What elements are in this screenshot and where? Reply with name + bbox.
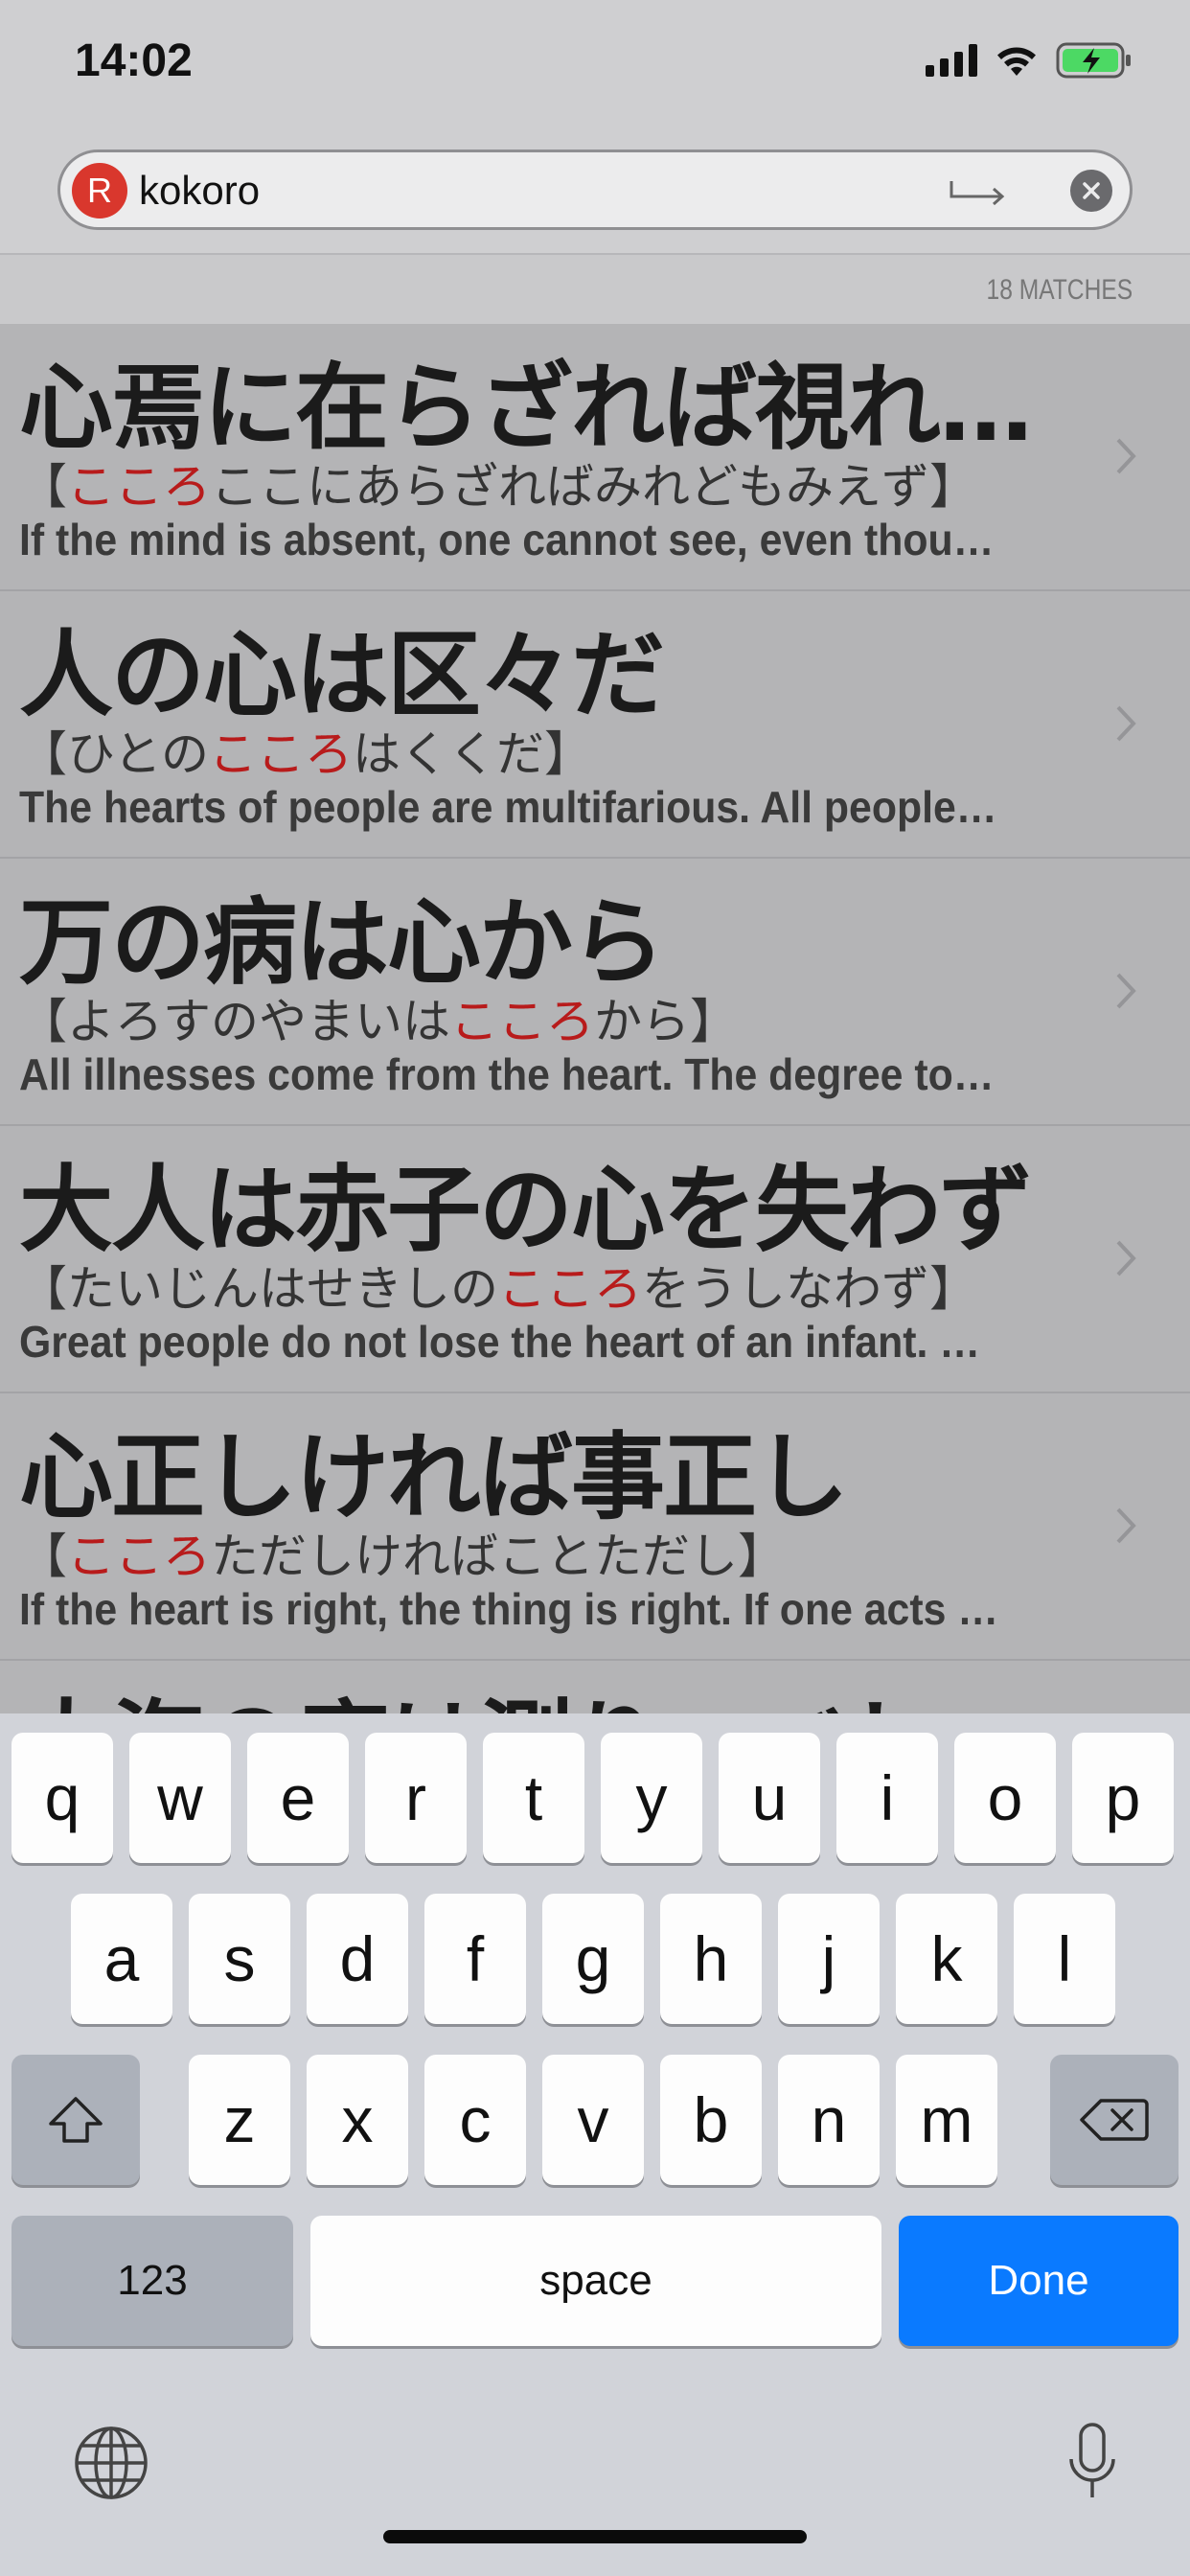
key-n[interactable]: n — [778, 2055, 880, 2185]
key-k[interactable]: k — [896, 1894, 997, 2024]
matches-bar: 18 MATCHES — [0, 255, 1190, 324]
proverb-title: 人の心は区々だ — [19, 621, 665, 730]
chevron-right-icon — [1116, 438, 1136, 474]
proverb-reading: 【よろすのやまいはこころから】 — [19, 994, 738, 1049]
key-e[interactable]: e — [247, 1733, 349, 1863]
result-row[interactable]: 万の病は心から 【よろすのやまいはこころから】 All illnesses co… — [0, 859, 1190, 1126]
proverb-translation: The hearts of people are multifarious. A… — [19, 782, 999, 832]
key-d[interactable]: d — [307, 1894, 408, 2024]
result-row[interactable]: 人の心は区々だ 【ひとのこころはくくだ】 The hearts of peopl… — [0, 591, 1190, 859]
key-u[interactable]: u — [719, 1733, 820, 1863]
matches-count: 18 MATCHES — [986, 274, 1133, 306]
key-m[interactable]: m — [896, 2055, 997, 2185]
delete-icon — [1080, 2099, 1149, 2141]
space-key[interactable]: space — [310, 2216, 881, 2346]
proverb-reading: 【たいじんはせきしのこころをうしなわず】 — [19, 1261, 977, 1317]
key-o[interactable]: o — [954, 1733, 1056, 1863]
key-h[interactable]: h — [660, 1894, 762, 2024]
key-j[interactable]: j — [778, 1894, 880, 2024]
result-row[interactable]: 心正しければ事正し 【こころただしければことただし】 If the heart … — [0, 1393, 1190, 1661]
proverb-translation: Great people do not lose the heart of an… — [19, 1317, 999, 1367]
search-field[interactable]: R — [57, 150, 1133, 230]
proverb-title: 心正しければ事正し — [19, 1423, 849, 1532]
close-icon — [1083, 182, 1100, 199]
chevron-right-icon — [1116, 705, 1136, 742]
microphone-icon[interactable] — [1065, 2421, 1119, 2503]
key-c[interactable]: c — [424, 2055, 526, 2185]
key-y[interactable]: y — [601, 1733, 702, 1863]
search-bar-area: R — [0, 134, 1190, 255]
key-g[interactable]: g — [542, 1894, 644, 2024]
keyboard: q w e r t y u i o p a s d f g h j k l z … — [0, 1714, 1190, 2576]
chevron-right-icon — [1116, 973, 1136, 1009]
wifi-icon — [997, 47, 1036, 76]
status-bar: 14:02 — [0, 0, 1190, 134]
key-l[interactable]: l — [1014, 1894, 1115, 2024]
romaji-mode-badge[interactable]: R — [72, 163, 127, 218]
result-row[interactable]: 大人は赤子の心を失わず 【たいじんはせきしのこころをうしなわず】 Great p… — [0, 1126, 1190, 1393]
key-p[interactable]: p — [1072, 1733, 1174, 1863]
globe-icon[interactable] — [73, 2425, 149, 2501]
delete-key[interactable] — [1050, 2055, 1179, 2185]
proverb-title: 心焉に在らざれば視れ… — [19, 354, 1033, 463]
chevron-right-icon — [1116, 1507, 1136, 1544]
result-row[interactable]: 心焉に在らざれば視れ… 【こころここにあらざればみれどもみえず】 If the … — [0, 324, 1190, 591]
search-input[interactable] — [139, 162, 963, 219]
clear-search-button[interactable] — [1070, 170, 1112, 212]
proverb-reading: 【こころただしければことただし】 — [19, 1529, 786, 1584]
shift-key[interactable] — [11, 2055, 140, 2185]
key-f[interactable]: f — [424, 1894, 526, 2024]
key-w[interactable]: w — [129, 1733, 231, 1863]
key-q[interactable]: q — [11, 1733, 113, 1863]
result-row[interactable]: 大海の底は測りつべし — [0, 1661, 1190, 1714]
proverb-title: 大人は赤子の心を失わず — [19, 1156, 1033, 1265]
key-v[interactable]: v — [542, 2055, 644, 2185]
proverb-reading: 【こころここにあらざればみれどもみえず】 — [19, 459, 977, 515]
proverb-translation: If the mind is absent, one cannot see, e… — [19, 515, 999, 564]
status-time: 14:02 — [75, 35, 193, 86]
done-key[interactable]: Done — [899, 2216, 1179, 2346]
status-icons — [926, 42, 1133, 79]
chevron-right-icon — [1116, 1240, 1136, 1276]
key-z[interactable]: z — [189, 2055, 290, 2185]
key-s[interactable]: s — [189, 1894, 290, 2024]
home-indicator[interactable] — [383, 2530, 807, 2543]
proverb-translation: All illnesses come from the heart. The d… — [19, 1049, 999, 1099]
key-r[interactable]: r — [365, 1733, 467, 1863]
results-list[interactable]: 心焉に在らざれば視れ… 【こころここにあらざればみれどもみえず】 If the … — [0, 324, 1190, 1714]
proverb-title: 大海の底は測りつべし — [19, 1668, 1083, 1714]
key-i[interactable]: i — [836, 1733, 938, 1863]
key-x[interactable]: x — [307, 2055, 408, 2185]
key-b[interactable]: b — [660, 2055, 762, 2185]
return-arrow-icon[interactable] — [950, 173, 1005, 206]
cellular-signal-icon — [926, 44, 977, 77]
battery-charging-icon — [1056, 42, 1131, 79]
proverb-translation: If the heart is right, the thing is righ… — [19, 1584, 999, 1634]
proverb-reading: 【ひとのこころはくくだ】 — [19, 726, 592, 782]
proverb-title: 万の病は心から — [19, 888, 665, 998]
numbers-key[interactable]: 123 — [11, 2216, 293, 2346]
key-t[interactable]: t — [483, 1733, 584, 1863]
shift-icon — [49, 2097, 103, 2143]
key-a[interactable]: a — [71, 1894, 172, 2024]
